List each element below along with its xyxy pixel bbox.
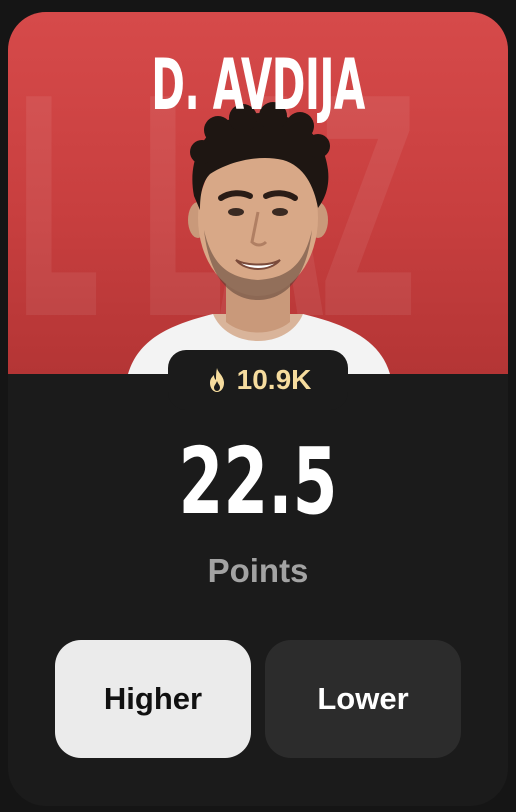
player-prop-card: IL LAZ (8, 12, 508, 806)
popularity-count: 10.9K (236, 364, 312, 395)
lower-button[interactable]: Lower (265, 640, 461, 758)
stat-line-label: Points (207, 552, 309, 589)
stat-line-value: 22.5 (178, 428, 338, 535)
higher-button[interactable]: Higher (55, 640, 251, 758)
fire-icon (209, 368, 224, 392)
player-hero: IL LAZ (8, 12, 508, 374)
popularity-badge: 10.9K (168, 350, 348, 410)
player-photo (128, 102, 390, 374)
player-name: D. AVDIJA (151, 44, 365, 126)
